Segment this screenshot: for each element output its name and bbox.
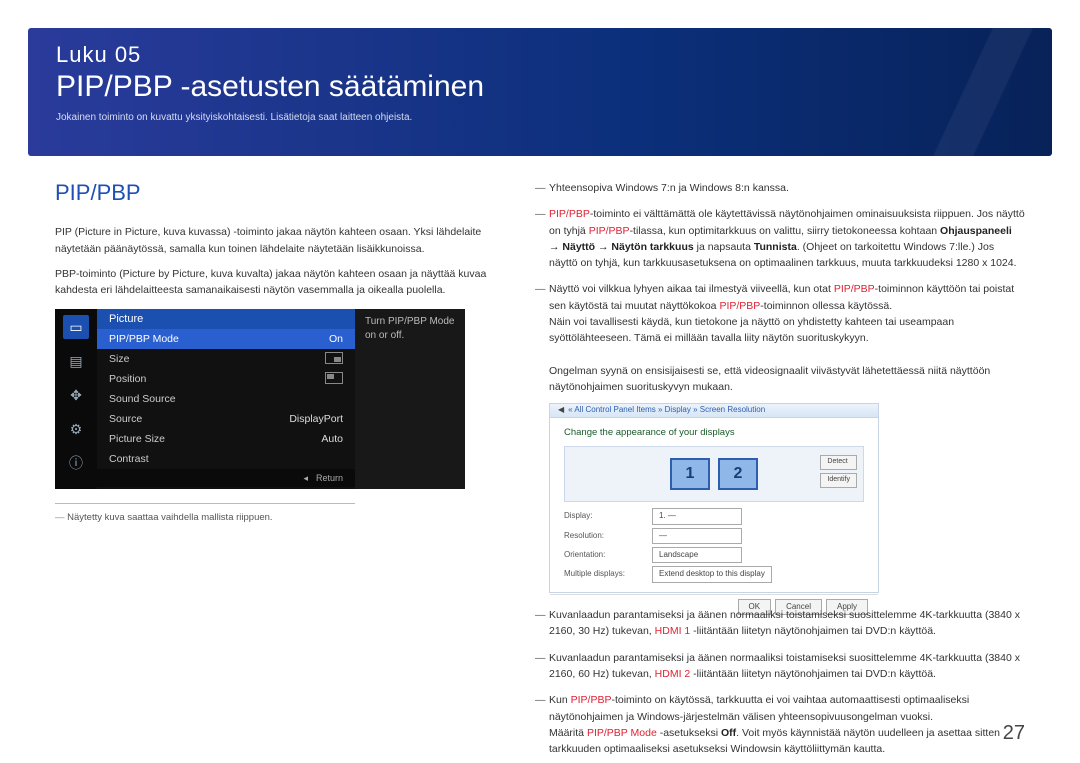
osd-row: Size <box>97 349 355 369</box>
notes-list: Yhteensopiva Windows 7:n ja Windows 8:n … <box>535 180 1025 757</box>
right-column: Yhteensopiva Windows 7:n ja Windows 8:n … <box>535 180 1025 733</box>
win-body: Change the appearance of your displays 1… <box>550 418 878 594</box>
gear-icon: ⚙ <box>63 417 89 441</box>
layout-icon <box>325 372 343 384</box>
monitor-2: 2 <box>718 458 758 490</box>
monitor-preview: 1 2 Detect Identify <box>564 446 864 502</box>
pbp-description: PBP-toiminto (Picture by Picture, kuva k… <box>55 266 495 300</box>
osd-row-label: Picture Size <box>109 433 165 445</box>
section-heading: PIP/PBP <box>55 180 495 206</box>
osd-row-label: Source <box>109 413 142 425</box>
monitor-buttons: Detect Identify <box>820 455 857 488</box>
osd-footer: ◂ Return <box>97 469 355 487</box>
osd-title: Picture <box>97 309 355 329</box>
page-number: 27 <box>1003 722 1025 745</box>
osd-row: PIP/PBP Mode On <box>97 329 355 349</box>
left-arrow-icon: ◂ <box>303 473 308 484</box>
chapter-title: PIP/PBP -asetusten säätäminen <box>56 70 1024 104</box>
chapter-header: Luku 05 PIP/PBP -asetusten säätäminen Jo… <box>28 28 1052 156</box>
osd-row-value <box>325 352 343 367</box>
osd-row-value: On <box>329 333 343 345</box>
osd-main: Picture PIP/PBP Mode On Size Position Sound … <box>97 309 355 489</box>
info-icon: ⓘ <box>63 451 89 475</box>
arrows-icon: ✥ <box>63 383 89 407</box>
osd-row-label: Sound Source <box>109 393 176 405</box>
pip-description: PIP (Picture in Picture, kuva kuvassa) -… <box>55 224 495 258</box>
separator <box>55 503 355 504</box>
windows-display-screenshot: ◀ « All Control Panel Items » Display » … <box>549 403 879 593</box>
content-columns: PIP/PBP PIP (Picture in Picture, kuva ku… <box>55 180 1025 733</box>
note-resolution: Kun PIP/PBP-toiminto on käytössä, tarkku… <box>535 692 1025 757</box>
osd-row-value: Auto <box>321 433 343 445</box>
chapter-subtitle: Jokainen toiminto on kuvattu yksityiskoh… <box>56 112 1024 123</box>
osd-row: Source DisplayPort <box>97 409 355 429</box>
layout-icon <box>325 352 343 364</box>
chapter-label: Luku 05 <box>56 42 1024 68</box>
manual-page: Luku 05 PIP/PBP -asetusten säätäminen Jo… <box>0 0 1080 763</box>
osd-row: Sound Source <box>97 389 355 409</box>
note-compat: Yhteensopiva Windows 7:n ja Windows 8:n … <box>535 180 1025 196</box>
note-availability: PIP/PBP-toiminto ei välttämättä ole käyt… <box>535 206 1025 271</box>
note-flicker: Näyttö voi vilkkua lyhyen aikaa tai ilme… <box>535 281 1025 593</box>
note-hdmi2: Kuvanlaadun parantamiseksi ja äänen norm… <box>535 650 1025 683</box>
return-label: Return <box>316 473 343 483</box>
image-footnote: Näytetty kuva saattaa vaihdella mallista… <box>55 512 495 523</box>
osd-row-label: Size <box>109 353 129 365</box>
win-breadcrumb: ◀ « All Control Panel Items » Display » … <box>550 404 878 417</box>
identify-button: Identify <box>820 473 857 488</box>
back-arrow-icon: ◀ <box>558 404 564 416</box>
osd-row: Contrast <box>97 449 355 469</box>
osd-row: Picture Size Auto <box>97 429 355 449</box>
win-title: Change the appearance of your displays <box>564 426 864 441</box>
monitor-icon: ▭ <box>63 315 89 339</box>
osd-row-value: DisplayPort <box>289 413 343 425</box>
detect-button: Detect <box>820 455 857 470</box>
picture-icon: ▤ <box>63 349 89 373</box>
osd-screenshot: ▭ ▤ ✥ ⚙ ⓘ Picture PIP/PBP Mode On Size Posi… <box>55 309 465 489</box>
osd-row: Position <box>97 369 355 389</box>
left-column: PIP/PBP PIP (Picture in Picture, kuva ku… <box>55 180 495 733</box>
osd-row-label: Contrast <box>109 453 149 465</box>
osd-sidebar: ▭ ▤ ✥ ⚙ ⓘ <box>55 309 97 489</box>
osd-row-value <box>325 372 343 387</box>
monitor-1: 1 <box>670 458 710 490</box>
osd-row-label: Position <box>109 373 146 385</box>
osd-row-label: PIP/PBP Mode <box>109 333 179 345</box>
note-hdmi1: Kuvanlaadun parantamiseksi ja äänen norm… <box>535 607 1025 640</box>
osd-help-panel: Turn PIP/PBP Mode on or off. <box>355 309 465 489</box>
